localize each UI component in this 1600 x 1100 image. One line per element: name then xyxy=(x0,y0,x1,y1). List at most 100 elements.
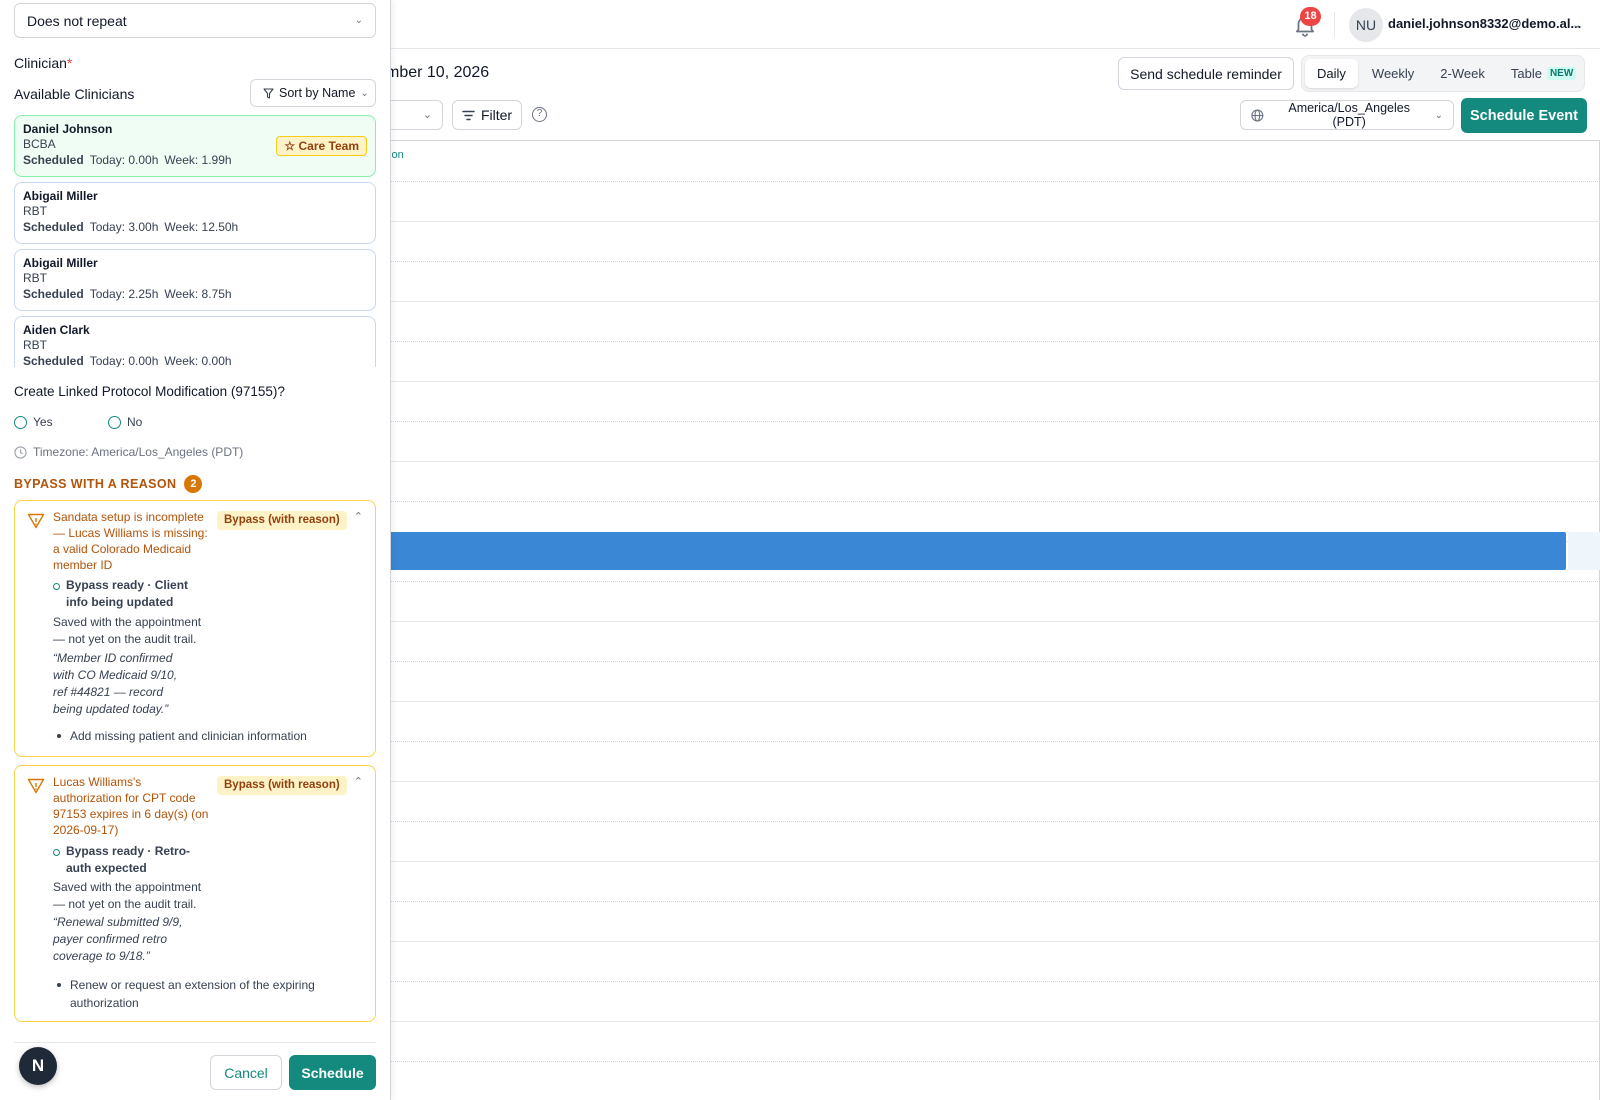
view-select[interactable]: ⌄ xyxy=(386,100,443,130)
grid-line xyxy=(386,261,1600,262)
radio-yes[interactable]: Yes xyxy=(14,415,53,429)
action-item: Add missing patient and clinician inform… xyxy=(57,727,365,745)
filter-button[interactable]: Filter xyxy=(452,100,522,130)
chevron-down-icon: ⌄ xyxy=(360,87,369,99)
grid-line xyxy=(386,781,1600,782)
grid-line xyxy=(386,661,1600,662)
schedule-event-button[interactable]: Schedule Event xyxy=(1461,98,1587,133)
tab-daily[interactable]: Daily xyxy=(1305,59,1358,88)
chevron-down-icon: ⌄ xyxy=(354,15,363,26)
week-hours: Week: 1.99h xyxy=(164,153,232,167)
clinician-label-text: Clinician xyxy=(14,55,67,71)
filter-icon xyxy=(462,110,475,120)
tab-table-label: Table xyxy=(1510,66,1542,81)
grid-line xyxy=(386,821,1600,822)
footer-divider xyxy=(14,1042,376,1043)
bypass-issue-card: Lucas Williams's authorization for CPT c… xyxy=(14,765,376,1022)
week-hours: Week: 8.75h xyxy=(164,287,232,301)
send-reminder-button[interactable]: Send schedule reminder xyxy=(1118,57,1294,90)
clinician-name: Daniel Johnson xyxy=(23,122,113,136)
radio-no[interactable]: No xyxy=(108,415,142,429)
repeat-value: Does not repeat xyxy=(27,12,127,29)
grid-line xyxy=(386,341,1600,342)
chevron-up-icon[interactable]: ⌃ xyxy=(354,775,363,788)
week-hours: Week: 0.00h xyxy=(164,354,232,367)
clinician-name: Abigail Miller xyxy=(23,189,98,203)
clinician-card[interactable]: Aiden Clark RBT Scheduled Today: 0.00h Wee… xyxy=(14,316,376,367)
clinician-name: Abigail Miller xyxy=(23,256,98,270)
clock-icon xyxy=(14,445,27,459)
grid-line xyxy=(386,461,1600,462)
grid-line xyxy=(386,981,1600,982)
required-mark: * xyxy=(66,55,73,71)
clinician-name: Aiden Clark xyxy=(23,323,90,337)
grid-line xyxy=(386,421,1600,422)
timezone-note: Timezone: America/Los_Angeles (PDT) xyxy=(14,445,243,459)
clinician-card[interactable]: Daniel Johnson BCBA Scheduled Today: 0.00… xyxy=(14,115,376,177)
grid-line xyxy=(386,861,1600,862)
scheduled-label: Scheduled xyxy=(23,153,84,167)
chevron-down-icon[interactable]: ⌄ xyxy=(1572,18,1581,31)
grid-line xyxy=(386,1061,1600,1062)
app-logo[interactable]: N xyxy=(19,1047,57,1085)
funnel-icon xyxy=(263,87,274,99)
chevron-up-icon[interactable]: ⌃ xyxy=(354,510,363,523)
schedule-button[interactable]: Schedule xyxy=(289,1055,376,1090)
clinician-stats: Scheduled Today: 2.25h Week: 8.75h xyxy=(23,286,367,302)
clinician-card[interactable]: Abigail Miller RBT Scheduled Today: 3.00h… xyxy=(14,182,376,244)
timezone-label: America/Los_Angeles (PDT) xyxy=(1288,101,1410,129)
issue-title: Sandata setup is incomplete — Lucas Will… xyxy=(53,510,208,572)
clinician-card[interactable]: Abigail Miller RBT Scheduled Today: 2.25h… xyxy=(14,249,376,311)
clinician-list[interactable]: Daniel Johnson BCBA Scheduled Today: 0.00… xyxy=(14,115,376,367)
bypass-section-header: BYPASS WITH A REASON 2 xyxy=(14,475,203,493)
grid-line xyxy=(386,221,1600,222)
radio-yes-label: Yes xyxy=(33,415,53,429)
saved-note: Saved with the appointment — not yet on … xyxy=(53,615,202,646)
repeat-select[interactable]: Does not repeat ⌄ xyxy=(14,3,376,38)
user-email[interactable]: daniel.johnson8332@demo.al... xyxy=(1388,16,1581,31)
bypass-count-badge: 2 xyxy=(184,475,203,493)
bypass-reason-quote: “Renewal submitted 9/9, payer confirmed … xyxy=(53,915,183,963)
available-clinicians-title: Available Clinicians xyxy=(14,86,135,102)
radio-circle xyxy=(14,415,27,429)
issue-title: Lucas Williams's authorization for CPT c… xyxy=(53,775,209,837)
radio-no-label: No xyxy=(127,415,143,429)
chevron-down-icon: ⌄ xyxy=(422,109,432,121)
help-icon[interactable]: ? xyxy=(532,107,547,122)
avatar[interactable]: NU xyxy=(1349,8,1383,42)
bypass-ready-text: Bypass ready · Client info being updated xyxy=(66,578,189,609)
action-item: Renew or request an extension of the exp… xyxy=(57,976,365,1012)
notification-count-badge: 18 xyxy=(1300,7,1321,26)
timezone-select[interactable]: America/Los_Angeles (PDT) ⌄ xyxy=(1240,100,1454,130)
bypass-pill: Bypass (with reason) xyxy=(217,776,347,795)
tab-weekly[interactable]: Weekly xyxy=(1360,59,1426,88)
grid-line xyxy=(386,181,1600,182)
today-hours: Today: 0.00h xyxy=(89,153,159,167)
grid-line xyxy=(386,301,1600,302)
sort-button[interactable]: Sort by Name ⌄ xyxy=(250,79,376,107)
grid-line xyxy=(386,581,1600,582)
warning-icon xyxy=(27,778,45,794)
grid-line xyxy=(386,621,1600,622)
cancel-button[interactable]: Cancel xyxy=(210,1055,282,1090)
grid-line xyxy=(386,941,1600,942)
today-hours: Today: 3.00h xyxy=(89,220,159,234)
tab-table[interactable]: Table NEW xyxy=(1499,59,1588,88)
page-title: mber 10, 2026 xyxy=(386,64,490,81)
warning-icon xyxy=(27,513,45,529)
status-dot-icon xyxy=(53,583,60,590)
calendar-grid[interactable] xyxy=(386,140,1600,1100)
clinician-stats: Scheduled Today: 3.00h Week: 12.50h xyxy=(23,219,367,235)
grid-line xyxy=(386,701,1600,702)
saved-note: Saved with the appointment — not yet on … xyxy=(53,880,202,911)
tab-2-week[interactable]: 2-Week xyxy=(1428,59,1497,88)
clinician-label: Clinician* xyxy=(14,55,72,71)
linked-protocol-question: Create Linked Protocol Modification (971… xyxy=(14,384,285,399)
radio-circle xyxy=(108,415,121,429)
grid-line xyxy=(386,381,1600,382)
bypass-header-text: BYPASS WITH A REASON xyxy=(14,477,177,491)
today-hours: Today: 2.25h xyxy=(89,287,159,301)
calendar-event[interactable] xyxy=(386,532,1566,570)
chevron-down-icon: ⌄ xyxy=(1434,109,1443,121)
new-badge: NEW xyxy=(1546,67,1577,80)
